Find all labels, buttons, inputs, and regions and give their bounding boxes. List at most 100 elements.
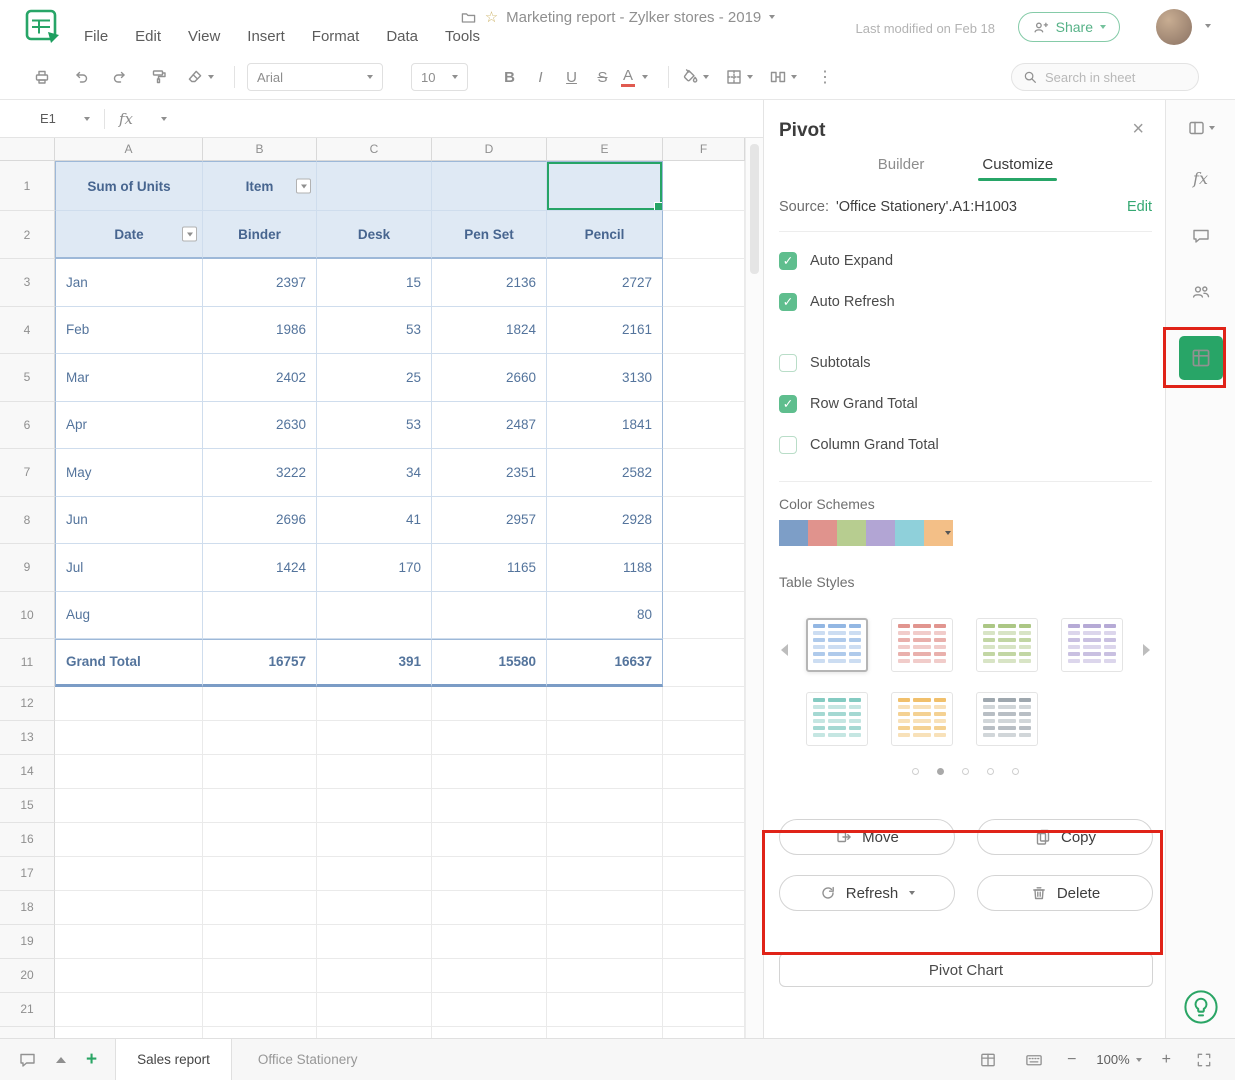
cell-r9c1[interactable]: Jul (55, 544, 203, 592)
cell-r16c4[interactable] (432, 823, 547, 857)
cell-r11c4[interactable]: 15580 (432, 639, 547, 687)
cell-r6c6[interactable] (663, 402, 745, 450)
comments-icon[interactable] (1181, 218, 1221, 254)
table-style-4[interactable] (1061, 618, 1123, 672)
cell-r10c4[interactable] (432, 592, 547, 640)
cell-r8c3[interactable]: 41 (317, 497, 432, 545)
share-button[interactable]: Share (1018, 12, 1120, 42)
cell-r12c1[interactable] (55, 687, 203, 721)
cell-r16c3[interactable] (317, 823, 432, 857)
row-header-2[interactable]: 2 (0, 211, 55, 259)
row-header-15[interactable]: 15 (0, 789, 55, 823)
sheet-search[interactable] (1011, 63, 1199, 91)
cell-r21c4[interactable] (432, 993, 547, 1027)
cell-r18c6[interactable] (663, 891, 745, 925)
print-icon[interactable] (30, 64, 54, 90)
cell-r18c3[interactable] (317, 891, 432, 925)
cell-r1c6[interactable] (663, 161, 745, 211)
menu-insert[interactable]: Insert (247, 28, 285, 45)
cell-r17c5[interactable] (547, 857, 663, 891)
pivot-icon[interactable] (1179, 336, 1223, 380)
cell-r8c4[interactable]: 2957 (432, 497, 547, 545)
view-grid-icon[interactable] (975, 1047, 1001, 1073)
scheme-swatch-6[interactable] (924, 520, 953, 546)
favorite-star-icon[interactable]: ☆ (485, 8, 498, 26)
cell-r8c6[interactable] (663, 497, 745, 545)
more-tools-icon[interactable]: ⋮ (813, 64, 837, 90)
row-header-5[interactable]: 5 (0, 354, 55, 402)
cell-r22c3[interactable] (317, 1027, 432, 1039)
move-button[interactable]: Move (779, 819, 955, 855)
merge-cells-caret-icon[interactable] (791, 75, 797, 79)
cell-r11c5[interactable]: 16637 (547, 639, 663, 687)
underline-button[interactable]: U (556, 64, 587, 90)
cell-r11c2[interactable]: 16757 (203, 639, 317, 687)
fill-color-caret-icon[interactable] (703, 75, 709, 79)
paint-format-icon[interactable] (147, 64, 171, 90)
item-filter-dropdown[interactable] (296, 179, 311, 194)
cell-r14c4[interactable] (432, 755, 547, 789)
cell-r6c2[interactable]: 2630 (203, 402, 317, 450)
row-header-18[interactable]: 18 (0, 891, 55, 925)
scheme-swatch-5[interactable] (895, 520, 924, 546)
undo-icon[interactable] (69, 64, 93, 90)
scrollbar-handle[interactable] (750, 144, 759, 274)
cell-reference-caret-icon[interactable] (84, 117, 90, 121)
date-filter-dropdown[interactable] (182, 227, 197, 242)
row-header-20[interactable]: 20 (0, 959, 55, 993)
panel-toggle-caret-icon[interactable] (1209, 126, 1215, 130)
borders-caret-icon[interactable] (747, 75, 753, 79)
selected-cell-E1[interactable] (547, 161, 663, 211)
cell-r18c4[interactable] (432, 891, 547, 925)
cell-r13c1[interactable] (55, 721, 203, 755)
cell-r2c6[interactable] (663, 211, 745, 259)
pager-dot-2[interactable] (937, 768, 944, 775)
cell-r20c1[interactable] (55, 959, 203, 993)
cell-r21c1[interactable] (55, 993, 203, 1027)
cell-r22c2[interactable] (203, 1027, 317, 1039)
cell-r5c6[interactable] (663, 354, 745, 402)
cell-r11c3[interactable]: 391 (317, 639, 432, 687)
cell-r15c2[interactable] (203, 789, 317, 823)
borders-group[interactable] (725, 68, 753, 86)
text-color-caret-icon[interactable] (642, 75, 648, 79)
cell-r16c1[interactable] (55, 823, 203, 857)
cell-r18c2[interactable] (203, 891, 317, 925)
cell-r4c4[interactable]: 1824 (432, 307, 547, 355)
checkbox-unchecked-icon[interactable] (779, 354, 797, 372)
cell-r19c4[interactable] (432, 925, 547, 959)
cell-r20c2[interactable] (203, 959, 317, 993)
cell-r5c4[interactable]: 2660 (432, 354, 547, 402)
cell-r4c3[interactable]: 53 (317, 307, 432, 355)
cell-header-pencil[interactable]: Pencil (547, 211, 663, 259)
cell-r4c6[interactable] (663, 307, 745, 355)
pager-dot-3[interactable] (962, 768, 969, 775)
cell-r3c5[interactable]: 2727 (547, 259, 663, 307)
user-avatar[interactable] (1156, 9, 1192, 45)
table-style-6[interactable] (891, 692, 953, 746)
merge-cells-group[interactable] (769, 68, 797, 86)
cell-r16c2[interactable] (203, 823, 317, 857)
pivot-chart-button[interactable]: Pivot Chart (779, 953, 1153, 987)
cell-r9c2[interactable]: 1424 (203, 544, 317, 592)
cell-header-desk[interactable]: Desk (317, 211, 432, 259)
cell-r18c5[interactable] (547, 891, 663, 925)
cell-r17c1[interactable] (55, 857, 203, 891)
column-header-B[interactable]: B (203, 138, 317, 161)
cell-r5c5[interactable]: 3130 (547, 354, 663, 402)
redo-icon[interactable] (108, 64, 132, 90)
cell-r1c3[interactable] (317, 161, 432, 211)
cell-r21c5[interactable] (547, 993, 663, 1027)
cell-r6c3[interactable]: 53 (317, 402, 432, 450)
strikethrough-button[interactable]: S (587, 64, 618, 90)
cell-r11c6[interactable] (663, 639, 745, 687)
font-size-select[interactable]: 10 (411, 63, 468, 91)
cell-r14c2[interactable] (203, 755, 317, 789)
cell-r8c1[interactable]: Jun (55, 497, 203, 545)
menu-format[interactable]: Format (312, 28, 360, 45)
table-style-2[interactable] (891, 618, 953, 672)
fx-icon[interactable]: fx (119, 110, 133, 128)
cell-date-field[interactable]: Date (55, 211, 203, 259)
fill-color-group[interactable] (681, 68, 709, 86)
menu-file[interactable]: File (84, 28, 108, 45)
